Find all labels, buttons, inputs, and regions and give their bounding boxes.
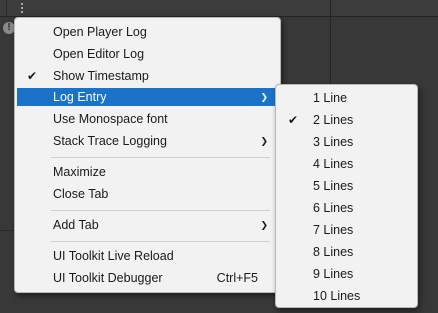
dot <box>21 7 23 9</box>
submenu-item-label: 8 Lines <box>313 245 354 259</box>
menu-item-ui-toolkit-debugger[interactable]: UI Toolkit Debugger Ctrl+F5 <box>17 268 278 289</box>
menu-item-open-player-log[interactable]: Open Player Log <box>17 22 278 43</box>
menu-item-label: Log Entry <box>53 90 107 104</box>
menu-item-close-tab[interactable]: Close Tab <box>17 184 278 205</box>
toolbar-divider <box>6 0 7 16</box>
menu-item-label: Add Tab <box>53 218 99 232</box>
check-icon: ✔ <box>27 69 38 83</box>
menu-item-add-tab[interactable]: Add Tab ❯ <box>17 215 278 236</box>
console-toolbar <box>0 0 438 17</box>
menu-item-label: Open Player Log <box>53 25 147 39</box>
log-entry-submenu: 1 Line ✔ 2 Lines 3 Lines 4 Lines 5 Lines… <box>275 84 418 308</box>
menu-separator <box>51 157 270 158</box>
submenu-item-label: 10 Lines <box>313 289 361 303</box>
more-options-icon[interactable] <box>14 1 30 15</box>
menu-item-maximize[interactable]: Maximize <box>17 162 278 183</box>
chevron-right-icon: ❯ <box>260 220 268 230</box>
submenu-item-label: 2 Lines <box>313 113 354 127</box>
submenu-item-label: 5 Lines <box>313 179 354 193</box>
context-menu: Open Player Log Open Editor Log ✔ Show T… <box>14 17 281 293</box>
dot <box>21 3 23 5</box>
submenu-item-9-lines[interactable]: 9 Lines <box>278 264 415 285</box>
menu-item-label: Open Editor Log <box>53 47 145 61</box>
dot <box>21 11 23 13</box>
check-icon: ✔ <box>288 113 299 127</box>
submenu-item-6-lines[interactable]: 6 Lines <box>278 198 415 219</box>
submenu-item-2-lines[interactable]: ✔ 2 Lines <box>278 110 415 131</box>
submenu-item-3-lines[interactable]: 3 Lines <box>278 132 415 153</box>
menu-item-label: Stack Trace Logging <box>53 134 167 148</box>
submenu-item-label: 9 Lines <box>313 267 354 281</box>
submenu-item-label: 3 Lines <box>313 135 354 149</box>
menu-item-log-entry[interactable]: Log Entry ❯ <box>17 88 278 106</box>
submenu-item-label: 7 Lines <box>313 223 354 237</box>
submenu-item-label: 1 Line <box>313 91 348 105</box>
submenu-item-1-line[interactable]: 1 Line <box>278 88 415 109</box>
menu-separator <box>51 210 270 211</box>
menu-item-ui-toolkit-live-reload[interactable]: UI Toolkit Live Reload <box>17 246 278 267</box>
menu-separator <box>51 241 270 242</box>
menu-item-label: Close Tab <box>53 187 109 201</box>
menu-item-label: Show Timestamp <box>53 69 149 83</box>
menu-item-show-timestamp[interactable]: ✔ Show Timestamp <box>17 66 278 87</box>
submenu-item-4-lines[interactable]: 4 Lines <box>278 154 415 175</box>
chevron-right-icon: ❯ <box>260 92 268 102</box>
menu-item-label: UI Toolkit Live Reload <box>53 249 174 263</box>
submenu-item-7-lines[interactable]: 7 Lines <box>278 220 415 241</box>
menu-item-stack-trace-logging[interactable]: Stack Trace Logging ❯ <box>17 131 278 152</box>
submenu-item-5-lines[interactable]: 5 Lines <box>278 176 415 197</box>
menu-item-label: Use Monospace font <box>53 112 168 126</box>
menu-item-shortcut: Ctrl+F5 <box>216 271 258 285</box>
panel-divider-horizontal <box>0 230 14 231</box>
menu-item-open-editor-log[interactable]: Open Editor Log <box>17 44 278 65</box>
submenu-item-label: 4 Lines <box>313 157 354 171</box>
menu-item-label: UI Toolkit Debugger <box>53 271 163 285</box>
menu-item-label: Maximize <box>53 165 106 179</box>
submenu-item-label: 6 Lines <box>313 201 354 215</box>
submenu-item-10-lines[interactable]: 10 Lines <box>278 286 415 307</box>
menu-item-use-monospace-font[interactable]: Use Monospace font <box>17 109 278 130</box>
submenu-item-8-lines[interactable]: 8 Lines <box>278 242 415 263</box>
panel-divider <box>330 0 331 92</box>
chevron-right-icon: ❯ <box>260 136 268 146</box>
